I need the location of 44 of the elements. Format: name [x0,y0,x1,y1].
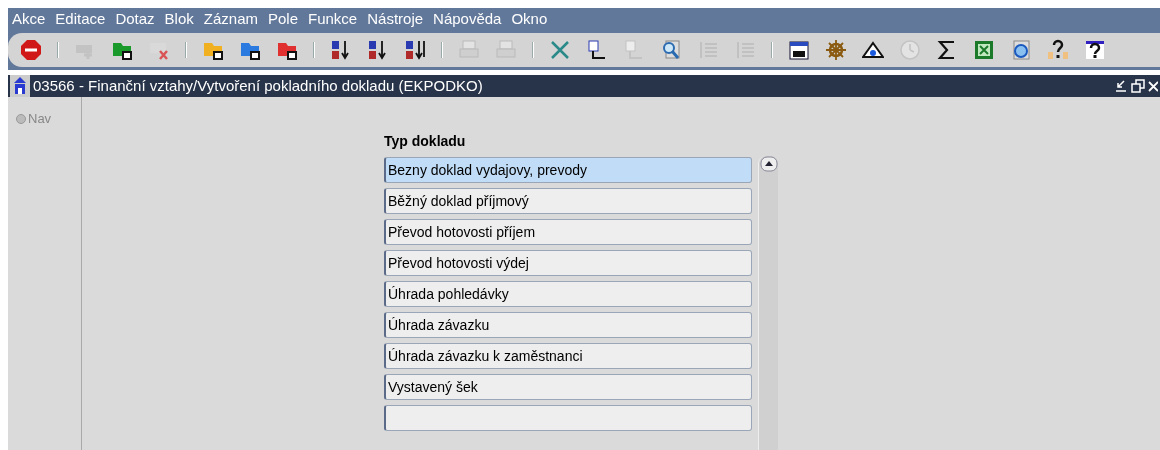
minimize-icon[interactable] [1114,78,1128,93]
toolbar-separator [185,41,187,58]
scrollbar[interactable] [758,156,778,450]
menu-item[interactable]: Pole [267,8,298,31]
menu-item[interactable]: Editace [55,8,106,31]
help-icon[interactable] [1084,38,1106,61]
menu-item[interactable]: Záznam [203,8,258,31]
sort-icon[interactable] [330,38,352,61]
copy-icon[interactable] [586,38,608,61]
sort-icon[interactable] [367,38,389,61]
restore-icon[interactable] [1131,78,1145,93]
list-row[interactable]: Převod hotovosti příjem [384,219,752,245]
list-row[interactable]: Úhrada závazku k zaměstnanci [384,343,752,369]
menu-item[interactable]: Nástroje [367,8,424,31]
stop-sign-icon[interactable] [20,38,42,61]
toolbar-separator [441,41,443,58]
field-label: Typ dokladu [384,132,467,151]
toolbar-separator [771,41,773,58]
scroll-up-icon[interactable] [759,156,778,172]
spreadsheet-icon[interactable] [973,38,995,61]
list-row[interactable]: Běžný doklad příjmový [384,188,752,214]
menu-item[interactable]: Blok [164,8,194,31]
ship-wheel-icon[interactable] [825,38,847,61]
toolbar-separator [57,41,59,58]
list-row[interactable]: Vystavený šek [384,374,752,400]
search-icon[interactable] [660,38,682,61]
list-row[interactable]: Úhrada pohledávky [384,281,752,307]
menu-item[interactable]: Akce [12,8,46,31]
sort-icon[interactable] [404,38,426,61]
help-icon[interactable] [1047,38,1069,61]
menu-item[interactable]: Dotaz [115,8,155,31]
menu-item[interactable]: Okno [511,8,548,31]
list-row[interactable]: Převod hotovosti výdej [384,250,752,276]
list-row[interactable]: Úhrada závazku [384,312,752,338]
toolbar-separator [313,41,315,58]
menu-item[interactable]: Nápověda [433,8,502,31]
close-icon[interactable] [1148,78,1158,93]
building-icon [10,74,30,97]
toolbar-separator [532,41,534,58]
menu-item[interactable]: Funkce [308,8,358,31]
window-title: 03566 - Finanční vztahy/Vytvoření pokladního dokladu (EKPODKO) [33,75,484,96]
form-icon[interactable] [788,38,810,61]
nav-radio[interactable]: Nav [16,109,52,129]
list-row[interactable]: Bezny doklad vydajovy, prevody [384,157,752,183]
